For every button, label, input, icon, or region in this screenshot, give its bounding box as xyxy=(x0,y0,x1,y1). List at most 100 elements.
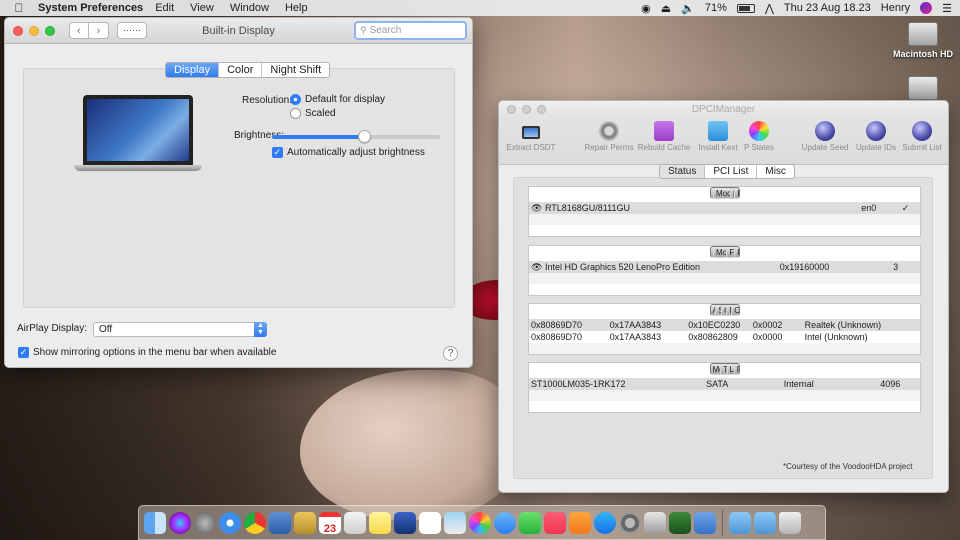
minimize-button[interactable] xyxy=(29,25,39,36)
dock-separator xyxy=(722,509,723,536)
dock-siri-icon[interactable] xyxy=(169,511,191,534)
dock-chrome-icon[interactable] xyxy=(244,511,266,534)
titlebar: ‹ › ⋯⋯ Built-in Display ⚲ Search xyxy=(5,18,472,44)
tab-misc[interactable]: Misc xyxy=(757,165,794,178)
minimize-button[interactable] xyxy=(522,104,531,114)
rebuild-cache-button[interactable]: Rebuild Cache xyxy=(635,121,693,152)
col-model: Model xyxy=(715,247,728,257)
extract-dsdt-button[interactable]: Extract DSDT xyxy=(503,121,559,152)
mirroring-option[interactable]: ✓ Show mirroring options in the menu bar… xyxy=(18,347,276,358)
resolution-scaled-option[interactable]: Scaled xyxy=(290,108,336,119)
table-row[interactable]: 👁 RTL8168GU/8111GU en0 ✓ xyxy=(529,202,920,214)
dock-messages-icon[interactable] xyxy=(494,511,516,534)
table-row xyxy=(529,343,920,354)
cell-type: SATA xyxy=(706,379,729,389)
tab-status[interactable]: Status xyxy=(660,165,706,178)
help-button[interactable]: ? xyxy=(443,346,458,361)
display-panel: Resolution: Default for display Scaled B… xyxy=(23,68,455,308)
dock-applications-folder-icon[interactable] xyxy=(729,511,751,534)
dock-keynote-icon[interactable] xyxy=(394,511,416,534)
dock-finder-icon[interactable] xyxy=(144,511,166,534)
dock-notes-icon[interactable] xyxy=(369,511,391,534)
dock-app-store-icon[interactable] xyxy=(594,511,616,534)
dock-launchpad-icon[interactable] xyxy=(194,511,216,534)
menu-window[interactable]: Window xyxy=(230,2,269,14)
tab-night-shift[interactable]: Night Shift xyxy=(262,63,329,77)
apple-menu-icon[interactable]:  xyxy=(8,1,30,15)
zoom-button[interactable] xyxy=(45,25,55,36)
dock-reminders-icon[interactable] xyxy=(419,511,441,534)
airplay-select[interactable]: Off ▲ ▼ xyxy=(93,322,267,337)
tab-color[interactable]: Color xyxy=(219,63,263,77)
dock-preview-icon[interactable] xyxy=(269,511,291,534)
volume-icon[interactable]: 🔈 xyxy=(681,2,695,15)
wifi-icon[interactable]: ⋀ xyxy=(765,2,774,15)
forward-button[interactable]: › xyxy=(89,22,109,39)
show-all-button[interactable]: ⋯⋯ xyxy=(117,22,147,39)
repair-perms-button[interactable]: Repair Perms xyxy=(581,121,637,152)
table-header: Audio Device Sub Device Codec ID Revisio… xyxy=(709,304,740,316)
table-row[interactable]: 0x80869D70 0x17AA3843 0x80862809 0x0000 … xyxy=(529,331,920,343)
p-states-button[interactable]: P States xyxy=(739,121,779,152)
extract-dsdt-label: Extract DSDT xyxy=(506,143,556,152)
dock-utility-icon[interactable] xyxy=(694,511,716,534)
traffic-lights xyxy=(507,104,546,114)
close-button[interactable] xyxy=(507,104,516,114)
dock-dpcimanager-icon[interactable] xyxy=(669,511,691,534)
zoom-button[interactable] xyxy=(537,104,546,114)
dpcimanager-window: DPCIManager Extract DSDT Repair Perms Re… xyxy=(498,100,949,493)
dock-system-preferences-icon[interactable] xyxy=(619,511,641,534)
dock-photos-icon[interactable] xyxy=(469,511,491,534)
eject-icon[interactable]: ⏏ xyxy=(661,2,671,15)
dock-music-icon[interactable] xyxy=(544,511,566,534)
siri-icon[interactable] xyxy=(920,2,933,14)
dock-facetime-icon[interactable] xyxy=(519,511,541,534)
dock-script-editor-icon[interactable] xyxy=(644,511,666,534)
menu-edit[interactable]: Edit xyxy=(155,2,174,14)
disk-table: Model Type Location Phy Block ST1000LM03… xyxy=(528,362,921,413)
dock-textedit-icon[interactable] xyxy=(344,511,366,534)
menu-help[interactable]: Help xyxy=(285,2,308,14)
desktop-hd-icon[interactable]: Macintosh HD xyxy=(883,22,960,59)
mirroring-checkbox[interactable]: ✓ xyxy=(18,347,29,358)
status-app-icon[interactable]: ◉ xyxy=(641,2,651,15)
hard-drive-icon xyxy=(908,76,938,100)
dock-calendar-icon[interactable]: 23 xyxy=(319,511,341,535)
install-kext-button[interactable]: Install Kext xyxy=(693,121,743,152)
menu-view[interactable]: View xyxy=(190,2,214,14)
resolution-default-option[interactable]: Default for display xyxy=(290,94,385,105)
submit-list-button[interactable]: Submit List xyxy=(899,121,945,152)
titlebar: DPCIManager xyxy=(499,101,948,117)
battery-icon[interactable] xyxy=(736,3,755,13)
search-field[interactable]: ⚲ Search xyxy=(354,21,467,40)
brightness-slider-knob[interactable] xyxy=(358,130,372,143)
tab-display[interactable]: Display xyxy=(166,63,220,77)
brightness-slider[interactable] xyxy=(272,130,440,143)
auto-brightness-checkbox[interactable]: ✓ xyxy=(272,147,283,158)
table-row[interactable]: 👁 Intel HD Graphics 520 LenoPro Edition … xyxy=(529,261,920,273)
dock-photo-booth-icon[interactable] xyxy=(444,511,466,534)
close-button[interactable] xyxy=(13,25,23,36)
clock[interactable]: Thu 23 Aug 18.23 xyxy=(784,2,871,14)
update-ids-button[interactable]: Update IDs xyxy=(853,121,899,152)
dock-downloads-folder-icon[interactable] xyxy=(754,511,776,534)
radio-default[interactable] xyxy=(290,94,301,105)
radio-scaled[interactable] xyxy=(290,108,301,119)
tab-pci-list[interactable]: PCI List xyxy=(705,165,758,178)
dock-stickies-icon[interactable] xyxy=(294,511,316,534)
app-menu[interactable]: System Preferences xyxy=(38,2,143,14)
cell-name: Intel (Unknown) xyxy=(804,332,868,342)
user-name[interactable]: Henry xyxy=(881,2,910,14)
back-button[interactable]: ‹ xyxy=(69,22,89,39)
update-seed-button[interactable]: Update Seed xyxy=(799,121,851,152)
dock-trash-icon[interactable] xyxy=(779,511,801,534)
notification-center-icon[interactable]: ☰ xyxy=(942,2,952,15)
table-row[interactable]: 0x80869D70 0x17AA3843 0x10EC0230 0x0002 … xyxy=(529,319,920,331)
table-row[interactable]: ST1000LM035-1RK172 SATA Internal 4096 xyxy=(529,378,920,390)
dock-safari-icon[interactable] xyxy=(219,511,241,534)
eye-icon: 👁 xyxy=(531,262,543,272)
auto-brightness-option[interactable]: ✓ Automatically adjust brightness xyxy=(272,147,425,158)
dock-books-icon[interactable] xyxy=(569,511,591,534)
battery-percent[interactable]: 71% xyxy=(705,2,727,14)
desktop-hd2-icon[interactable] xyxy=(883,76,960,103)
